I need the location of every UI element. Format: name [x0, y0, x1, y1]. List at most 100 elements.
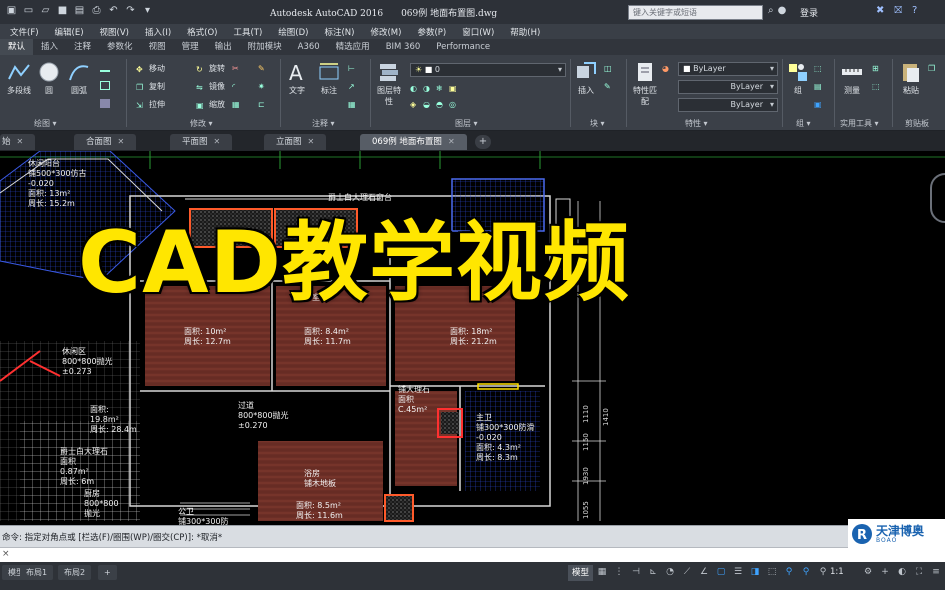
close-icon[interactable]: ✕: [214, 137, 221, 146]
group-select-tool[interactable]: ▣: [814, 99, 827, 109]
menu-file[interactable]: 文件(F): [10, 26, 39, 38]
annotation-scale-icon[interactable]: ⚲: [783, 566, 795, 578]
tab-bim360[interactable]: BIM 360: [378, 39, 429, 55]
file-tab-start[interactable]: 始 ✕: [0, 134, 36, 150]
leader-tool[interactable]: ↗: [348, 81, 361, 91]
menu-icon[interactable]: ≡: [930, 566, 942, 578]
drawing-canvas[interactable]: 休闲阳台 铺500*300仿古 -0.020 面积: 13m² 周长: 15.2…: [0, 151, 945, 525]
menu-edit[interactable]: 编辑(E): [55, 26, 84, 38]
new-tab-button[interactable]: +: [475, 135, 491, 149]
modify-panel-title[interactable]: 修改 ▾: [190, 118, 213, 129]
tab-default[interactable]: 默认: [0, 39, 34, 55]
file-tab-2[interactable]: 平面图 ✕: [170, 134, 233, 150]
menu-draw[interactable]: 绘图(D): [278, 26, 308, 38]
polyline-button[interactable]: 多段线: [4, 61, 34, 96]
match-properties-button[interactable]: 特性匹配: [630, 61, 660, 107]
measure-button[interactable]: 测量: [838, 61, 866, 96]
erase-tool[interactable]: ✎: [258, 63, 271, 73]
mirror-button[interactable]: ⇋ 镜像: [196, 81, 225, 92]
close-icon[interactable]: ✕: [448, 137, 455, 146]
menu-modify[interactable]: 修改(M): [370, 26, 401, 38]
gear-icon[interactable]: ⚙: [862, 566, 874, 578]
menu-dimension[interactable]: 标注(N): [324, 26, 354, 38]
menu-parametric[interactable]: 参数(P): [417, 26, 446, 38]
explode-tool[interactable]: ✷: [258, 81, 271, 91]
add-layout-button[interactable]: +: [98, 565, 117, 580]
tab-annotate[interactable]: 注释: [66, 39, 99, 55]
infer-icon[interactable]: ⊣: [630, 566, 642, 578]
annotation-visibility-icon[interactable]: ⚲: [800, 566, 812, 578]
table-tool[interactable]: ▦: [348, 99, 361, 109]
tab-addins[interactable]: 附加模块: [240, 39, 290, 55]
group-edit-tool[interactable]: ▤: [814, 81, 827, 91]
auto-scale-icon[interactable]: ⚲: [817, 566, 829, 578]
file-tab-1[interactable]: 合面图 ✕: [74, 134, 137, 150]
model-space-toggle[interactable]: 模型: [568, 565, 594, 581]
open-icon[interactable]: ▱: [38, 4, 53, 18]
fullscreen-icon[interactable]: ⛶: [913, 566, 925, 578]
stretch-button[interactable]: ⇲ 拉伸: [136, 99, 165, 110]
grid-icon[interactable]: ▦: [596, 566, 608, 578]
hatch-tool[interactable]: [100, 99, 113, 109]
layer-tools-row1[interactable]: ◐ ◑ ❄ ▣: [410, 83, 462, 93]
login-link[interactable]: 登录: [800, 6, 818, 19]
copy-clip-tool[interactable]: ❐: [928, 63, 941, 73]
redo-icon[interactable]: ↷: [123, 4, 138, 18]
lineweight-select[interactable]: ByLayer: [678, 98, 778, 112]
properties-panel-title[interactable]: 特性 ▾: [685, 118, 708, 129]
utility-tool-2[interactable]: ⬚: [872, 81, 885, 91]
search-input[interactable]: 键入关键字或短语: [628, 5, 763, 20]
fillet-tool[interactable]: ◜: [232, 81, 245, 91]
binoculars-icon[interactable]: ⌕: [768, 5, 774, 16]
saveas-icon[interactable]: ▤: [72, 4, 87, 18]
polar-icon[interactable]: ◔: [664, 566, 676, 578]
layers-panel-title[interactable]: 图层 ▾: [455, 118, 478, 129]
line-tool[interactable]: [100, 63, 113, 73]
clipboard-panel-title[interactable]: 剪贴板: [905, 118, 929, 129]
draw-panel-title[interactable]: 绘图 ▾: [34, 118, 57, 129]
linear-dim-tool[interactable]: ⊢: [348, 63, 361, 73]
selection-cycle-icon[interactable]: ⬚: [766, 566, 778, 578]
dimension-button[interactable]: 标注: [314, 61, 344, 96]
tab-featured-apps[interactable]: 精选应用: [328, 39, 378, 55]
trim-tool[interactable]: ✂: [232, 63, 245, 73]
utilities-panel-title[interactable]: 实用工具 ▾: [840, 118, 879, 129]
scale-button[interactable]: ▣ 缩放: [196, 99, 225, 110]
layer-select[interactable]: ☀ ■ 0: [410, 63, 566, 77]
circle-button[interactable]: 圆: [36, 61, 62, 96]
plus-icon[interactable]: +: [879, 566, 891, 578]
layer-tools-row2[interactable]: ◈ ◒ ◓ ◎: [410, 99, 462, 109]
command-close-icon[interactable]: ×: [2, 549, 10, 559]
ortho-icon[interactable]: ⊾: [647, 566, 659, 578]
layer-properties-button[interactable]: 图层特性: [374, 61, 404, 107]
customize-icon[interactable]: ▾: [140, 4, 155, 18]
snap-icon[interactable]: ⋮: [613, 566, 625, 578]
offset-tool[interactable]: ⊏: [258, 99, 271, 109]
object-track-icon[interactable]: ∠: [698, 566, 710, 578]
close-icon[interactable]: ✕: [308, 137, 315, 146]
array-tool[interactable]: ▦: [232, 99, 245, 109]
menu-window[interactable]: 窗口(W): [462, 26, 494, 38]
navigation-wheel[interactable]: [930, 173, 945, 223]
close-icon[interactable]: ✕: [118, 137, 125, 146]
layout-tab-1[interactable]: 布局1: [20, 565, 54, 580]
menu-insert[interactable]: 插入(I): [145, 26, 171, 38]
groups-panel-title[interactable]: 组 ▾: [796, 118, 811, 129]
tab-performance[interactable]: Performance: [428, 39, 498, 55]
tab-view[interactable]: 视图: [141, 39, 174, 55]
isodraft-icon[interactable]: ⟋: [681, 566, 693, 578]
isolate-icon[interactable]: ◐: [896, 566, 908, 578]
close-icon[interactable]: ✕: [17, 137, 24, 146]
annotation-panel-title[interactable]: 注释 ▾: [312, 118, 335, 129]
annotation-scale[interactable]: 1:1: [830, 567, 844, 577]
tab-parametric[interactable]: 参数化: [99, 39, 141, 55]
tab-output[interactable]: 输出: [207, 39, 240, 55]
ungroup-tool[interactable]: ⬚: [814, 63, 827, 73]
edit-block-tool[interactable]: ✎: [604, 81, 617, 91]
transparency-icon[interactable]: ◨: [749, 566, 761, 578]
new-icon[interactable]: ▭: [21, 4, 36, 18]
text-button[interactable]: A 文字: [284, 61, 310, 96]
user-icon[interactable]: ●: [778, 5, 787, 16]
palette-tool[interactable]: ◕: [662, 63, 675, 73]
menu-view[interactable]: 视图(V): [100, 26, 129, 38]
